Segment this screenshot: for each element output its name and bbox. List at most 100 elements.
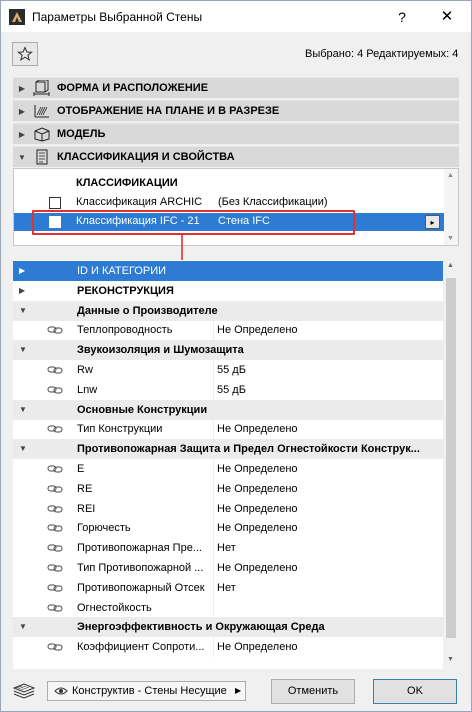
- property-group-row[interactable]: ▼ Основные Конструкции: [13, 400, 443, 420]
- layer-select[interactable]: Конструктив - Стены Несущие ▶: [47, 681, 246, 701]
- layers-icon[interactable]: [12, 683, 36, 701]
- classification-value: (Без Классификации): [218, 196, 328, 208]
- column-divider: [213, 538, 214, 558]
- link-icon: [47, 544, 63, 552]
- property-row[interactable]: Lnw 55 дБ: [13, 380, 443, 400]
- plan-section-icon: [31, 102, 53, 120]
- app-icon: [9, 9, 25, 25]
- link-icon: [47, 584, 63, 592]
- property-row[interactable]: Огнестойкость: [13, 598, 443, 618]
- property-value[interactable]: Не Определено: [217, 503, 298, 515]
- property-row[interactable]: REI Не Определено: [13, 499, 443, 519]
- panel-label: КЛАССИФИКАЦИЯ И СВОЙСТВА: [57, 151, 235, 163]
- favorites-button[interactable]: [12, 42, 38, 66]
- property-row[interactable]: RE Не Определено: [13, 479, 443, 499]
- link-icon: [47, 604, 63, 612]
- ok-button[interactable]: OK: [373, 679, 457, 704]
- properties-scrollbar[interactable]: ▲ ▼: [443, 260, 459, 669]
- property-row[interactable]: E Не Определено: [13, 459, 443, 479]
- panel-model[interactable]: ▶ МОДЕЛЬ: [13, 123, 459, 144]
- collapse-arrow-icon[interactable]: ▼: [19, 405, 27, 414]
- column-divider: [213, 558, 214, 578]
- link-icon: [47, 465, 63, 473]
- property-group-row[interactable]: ▼ Данные о Производителе: [13, 301, 443, 321]
- link-icon: [47, 505, 63, 513]
- column-divider: [213, 637, 214, 657]
- property-row[interactable]: Коэффициент Сопроти... Не Определено: [13, 637, 443, 657]
- property-value[interactable]: Нет: [217, 542, 236, 554]
- property-value[interactable]: Не Определено: [217, 522, 298, 534]
- collapse-arrow-icon[interactable]: ▼: [19, 444, 27, 453]
- property-name: Lnw: [77, 384, 98, 396]
- link-icon: [47, 366, 63, 374]
- property-value[interactable]: Не Определено: [217, 483, 298, 495]
- scroll-up-icon[interactable]: ▲: [447, 262, 454, 269]
- expand-arrow-icon[interactable]: ▶: [19, 286, 25, 295]
- column-divider: [213, 459, 214, 479]
- panel-plan-section[interactable]: ▶ ОТОБРАЖЕНИЕ НА ПЛАНЕ И В РАЗРЕЗЕ: [13, 100, 459, 121]
- cancel-button[interactable]: Отменить: [271, 679, 355, 704]
- property-name: Тип Конструкции: [77, 423, 163, 435]
- selection-info: Выбрано: 4 Редактируемых: 4: [305, 48, 459, 60]
- property-row[interactable]: Противопожарная Пре... Нет: [13, 538, 443, 558]
- close-button[interactable]: ✕: [433, 6, 461, 28]
- scroll-down-icon[interactable]: ▼: [447, 656, 454, 663]
- property-group-row[interactable]: ▼ Звукоизоляция и Шумозащита: [13, 340, 443, 360]
- collapse-arrow-icon[interactable]: ▼: [19, 306, 27, 315]
- panel-geometry[interactable]: ▶ ФОРМА И РАСПОЛОЖЕНИЕ: [13, 77, 459, 98]
- property-row[interactable]: Противопожарный Отсек Нет: [13, 578, 443, 598]
- column-divider: [213, 320, 214, 340]
- property-group-row[interactable]: ▶ РЕКОНСТРУКЦИЯ: [13, 281, 443, 301]
- classification-checkbox[interactable]: [49, 197, 61, 209]
- property-value[interactable]: Не Определено: [217, 423, 298, 435]
- classification-picker-button[interactable]: ▸: [425, 215, 440, 229]
- expand-arrow-icon: ▶: [18, 129, 26, 139]
- property-name: Rw: [77, 364, 93, 376]
- layer-name: Конструктив - Стены Несущие: [72, 685, 227, 697]
- panel-label: ФОРМА И РАСПОЛОЖЕНИЕ: [57, 82, 209, 94]
- collapse-arrow-icon: ▼: [18, 152, 26, 162]
- collapse-arrow-icon[interactable]: ▼: [19, 345, 27, 354]
- panel-label: ОТОБРАЖЕНИЕ НА ПЛАНЕ И В РАЗРЕЗЕ: [57, 105, 280, 117]
- property-value[interactable]: Не Определено: [217, 463, 298, 475]
- panel-label: МОДЕЛЬ: [57, 128, 106, 140]
- link-icon: [47, 386, 63, 394]
- property-name: Теплопроводность: [77, 324, 173, 336]
- property-row[interactable]: Тип Конструкции Не Определено: [13, 419, 443, 439]
- property-row[interactable]: Горючесть Не Определено: [13, 518, 443, 538]
- panel-classification[interactable]: ▼ КЛАССИФИКАЦИЯ И СВОЙСТВА: [13, 146, 459, 167]
- scrollbar-thumb[interactable]: [446, 278, 456, 638]
- column-divider: [213, 518, 214, 538]
- property-value[interactable]: Не Определено: [217, 562, 298, 574]
- classifications-scrollbar[interactable]: ▲ ▼: [444, 169, 458, 245]
- property-name: Данные о Производителе: [77, 305, 218, 317]
- property-row[interactable]: Теплопроводность Не Определено: [13, 320, 443, 340]
- property-group-row[interactable]: ▼ Энергоэффективность и Окружающая Среда: [13, 617, 443, 637]
- property-name: E: [77, 463, 85, 475]
- property-row[interactable]: Rw 55 дБ: [13, 360, 443, 380]
- property-value[interactable]: 55 дБ: [217, 364, 246, 376]
- collapse-arrow-icon[interactable]: ▼: [19, 622, 27, 631]
- link-icon: [47, 425, 63, 433]
- expand-arrow-icon: ▶: [18, 106, 26, 116]
- classifications-header: КЛАССИФИКАЦИИ: [76, 177, 178, 189]
- window-title: Параметры Выбранной Стены: [32, 10, 203, 24]
- classification-icon: [31, 148, 53, 166]
- scroll-up-icon[interactable]: ▲: [447, 172, 454, 179]
- property-group-id[interactable]: ▶ ID И КАТЕГОРИИ: [13, 261, 443, 281]
- property-name: RE: [77, 483, 93, 495]
- property-value[interactable]: Не Определено: [217, 641, 298, 653]
- property-value[interactable]: Не Определено: [217, 324, 298, 336]
- property-value[interactable]: 55 дБ: [217, 384, 246, 396]
- help-button[interactable]: ?: [388, 6, 416, 28]
- link-icon: [47, 524, 63, 532]
- geometry-icon: [31, 79, 53, 97]
- property-value[interactable]: Нет: [217, 582, 236, 594]
- highlight-frame: [32, 210, 355, 235]
- property-row[interactable]: Тип Противопожарной ... Не Определено: [13, 558, 443, 578]
- scroll-down-icon[interactable]: ▼: [447, 235, 454, 242]
- property-group-row[interactable]: ▼ Противопожарная Защита и Предел Огнесто…: [13, 439, 443, 459]
- properties-table: ▶ ID И КАТЕГОРИИ ▶ РЕКОНСТРУКЦИЯ ▼ Данные о П…: [13, 260, 459, 669]
- expand-arrow-icon[interactable]: ▶: [19, 266, 25, 275]
- property-name: Основные Конструкции: [77, 404, 208, 416]
